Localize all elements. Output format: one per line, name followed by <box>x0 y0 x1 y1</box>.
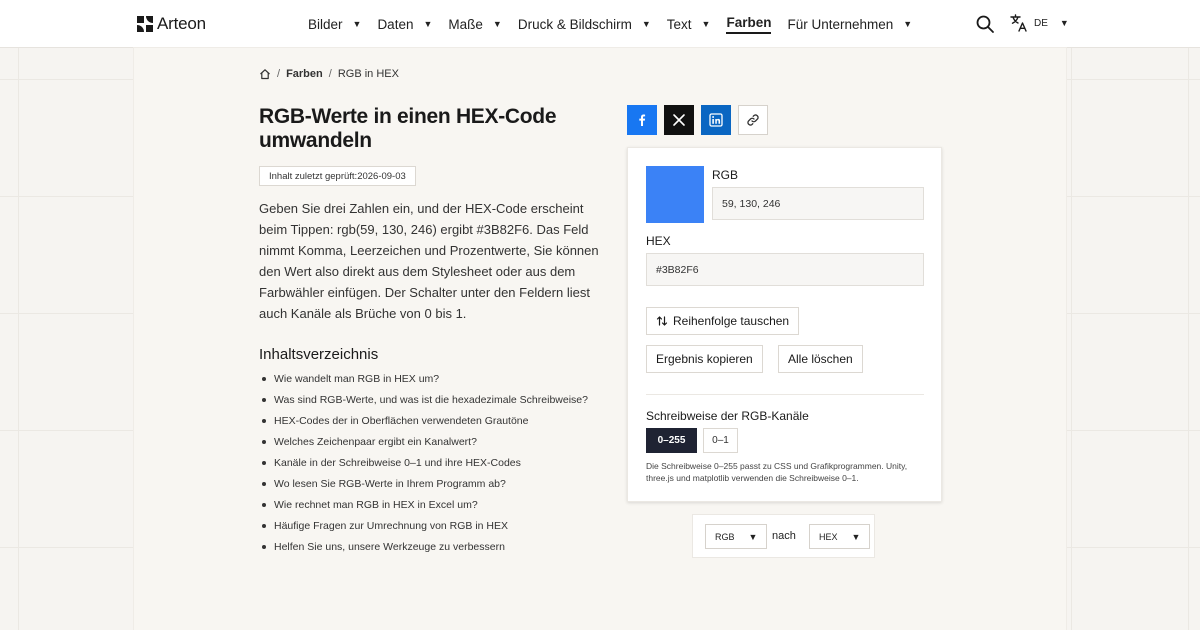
caret-down-icon: ▼ <box>492 19 502 29</box>
nav-item-fuer-unternehmen[interactable]: Für Unternehmen ▼ <box>787 0 912 48</box>
page-title: RGB-Werte in einen HEX-Code umwandeln <box>259 105 557 152</box>
share-facebook-button[interactable] <box>627 105 657 135</box>
rgb-field-label: RGB <box>712 168 739 182</box>
nav-item-label: Druck & Bildschirm <box>517 16 632 32</box>
caret-down-icon: ▼ <box>748 531 758 542</box>
toc-item[interactable]: Welches Zeichenpaar ergibt ein Kanalwert… <box>259 435 589 449</box>
toc-heading: Inhaltsverzeichnis <box>259 346 379 363</box>
breadcrumb-current: RGB in HEX <box>337 68 399 80</box>
to-format-select[interactable]: HEX ▼ <box>809 524 871 549</box>
logo-mark-icon <box>137 16 153 32</box>
breadcrumb: / Farben / RGB in HEX <box>259 68 399 80</box>
nav-item-label: Für Unternehmen <box>787 16 894 32</box>
to-format-value: HEX <box>819 531 838 542</box>
copy-result-button[interactable]: Ergebnis kopieren <box>646 345 763 373</box>
brand-logo[interactable]: Arteon <box>137 14 206 34</box>
copy-link-button[interactable] <box>738 105 768 135</box>
breadcrumb-separator: / <box>277 68 281 80</box>
swap-order-button[interactable]: Reihenfolge tauschen <box>646 307 800 335</box>
toc-item[interactable]: Helfen Sie uns, unsere Werkzeuge zu verb… <box>259 540 589 554</box>
hex-input[interactable] <box>646 253 924 286</box>
nav-item-label: Bilder <box>308 16 343 32</box>
nav-item-label: Daten <box>377 16 414 32</box>
breadcrumb-separator: / <box>328 68 332 80</box>
caret-down-icon: ▼ <box>851 531 861 542</box>
nav-item-farben[interactable]: Farben <box>726 0 772 48</box>
caret-down-icon: ▼ <box>903 19 913 29</box>
from-format-value: RGB <box>715 531 735 542</box>
notation-option-0-1[interactable]: 0–1 <box>703 428 738 453</box>
breadcrumb-section[interactable]: Farben <box>286 68 323 80</box>
language-code: DE <box>1034 17 1048 29</box>
nav-item-text[interactable]: Text ▼ <box>667 0 711 48</box>
linkedin-icon <box>709 113 723 127</box>
caret-down-icon: ▼ <box>1059 18 1069 28</box>
facebook-icon <box>639 114 646 126</box>
hex-field-label: HEX <box>646 234 671 248</box>
nav-item-label: Maße <box>448 16 483 32</box>
from-format-select[interactable]: RGB ▼ <box>705 524 768 549</box>
clear-all-button[interactable]: Alle löschen <box>778 345 863 373</box>
search-button[interactable] <box>975 14 995 34</box>
toc-item[interactable]: HEX-Codes der in Oberflächen verwendeten… <box>259 414 589 428</box>
rgb-hex-converter: RGB HEX Reihenfolge tauschen Ergebnis ko… <box>627 147 942 502</box>
x-icon <box>673 114 685 126</box>
nav-item-masse[interactable]: Maße ▼ <box>448 0 501 48</box>
conversion-mode-selector: RGB ▼ nach HEX ▼ <box>692 514 875 558</box>
language-switcher[interactable]: DE ▼ <box>1010 14 1069 32</box>
table-of-contents: Wie wandelt man RGB in HEX um? Was sind … <box>259 372 589 561</box>
mode-separator: nach <box>772 530 796 542</box>
main-nav: Bilder ▼ Daten ▼ Maße ▼ Druck & Bildschi… <box>308 0 928 48</box>
caret-down-icon: ▼ <box>423 19 433 29</box>
section-divider <box>646 394 924 395</box>
home-icon[interactable] <box>259 68 271 80</box>
notation-option-0-255[interactable]: 0–255 <box>646 428 697 453</box>
swap-order-label: Reihenfolge tauschen <box>673 314 790 328</box>
caret-down-icon: ▼ <box>352 19 362 29</box>
intro-paragraph: Geben Sie drei Zahlen ein, und der HEX-C… <box>259 201 599 321</box>
share-buttons <box>627 105 768 135</box>
toc-item[interactable]: Wie wandelt man RGB in HEX um? <box>259 372 589 386</box>
nav-item-bilder[interactable]: Bilder ▼ <box>308 0 361 48</box>
caret-down-icon: ▼ <box>701 19 711 29</box>
toc-item[interactable]: Wo lesen Sie RGB-Werte in Ihrem Programm… <box>259 477 589 491</box>
translate-icon <box>1010 14 1027 32</box>
color-preview-swatch <box>646 166 704 223</box>
nav-item-druck-bildschirm[interactable]: Druck & Bildschirm ▼ <box>518 0 651 48</box>
share-linkedin-button[interactable] <box>701 105 731 135</box>
notation-help-text: Die Schreibweise 0–255 passt zu CSS und … <box>646 461 908 483</box>
swap-arrows-icon <box>656 316 668 326</box>
toc-item[interactable]: Kanäle in der Schreibweise 0–1 und ihre … <box>259 456 589 470</box>
last-checked-badge: Inhalt zuletzt geprüft:2026-09-03 <box>259 166 416 186</box>
nav-item-label: Farben <box>726 15 772 34</box>
nav-item-daten[interactable]: Daten ▼ <box>377 0 432 48</box>
channel-notation-label: Schreibweise der RGB-Kanäle <box>646 409 809 423</box>
toc-item[interactable]: Häufige Fragen zur Umrechnung von RGB in… <box>259 519 589 533</box>
caret-down-icon: ▼ <box>641 19 651 29</box>
nav-item-label: Text <box>666 16 692 32</box>
top-navigation-bar: Arteon Bilder ▼ Daten ▼ Maße ▼ Druck & B… <box>0 0 1200 48</box>
toc-item[interactable]: Was sind RGB-Werte, und was ist die hexa… <box>259 393 589 407</box>
rgb-input[interactable] <box>712 187 924 220</box>
toc-item[interactable]: Wie rechnet man RGB in HEX in Excel um? <box>259 498 589 512</box>
search-icon <box>976 15 994 33</box>
brand-name: Arteon <box>157 14 206 33</box>
link-icon <box>747 114 759 126</box>
share-x-button[interactable] <box>664 105 694 135</box>
